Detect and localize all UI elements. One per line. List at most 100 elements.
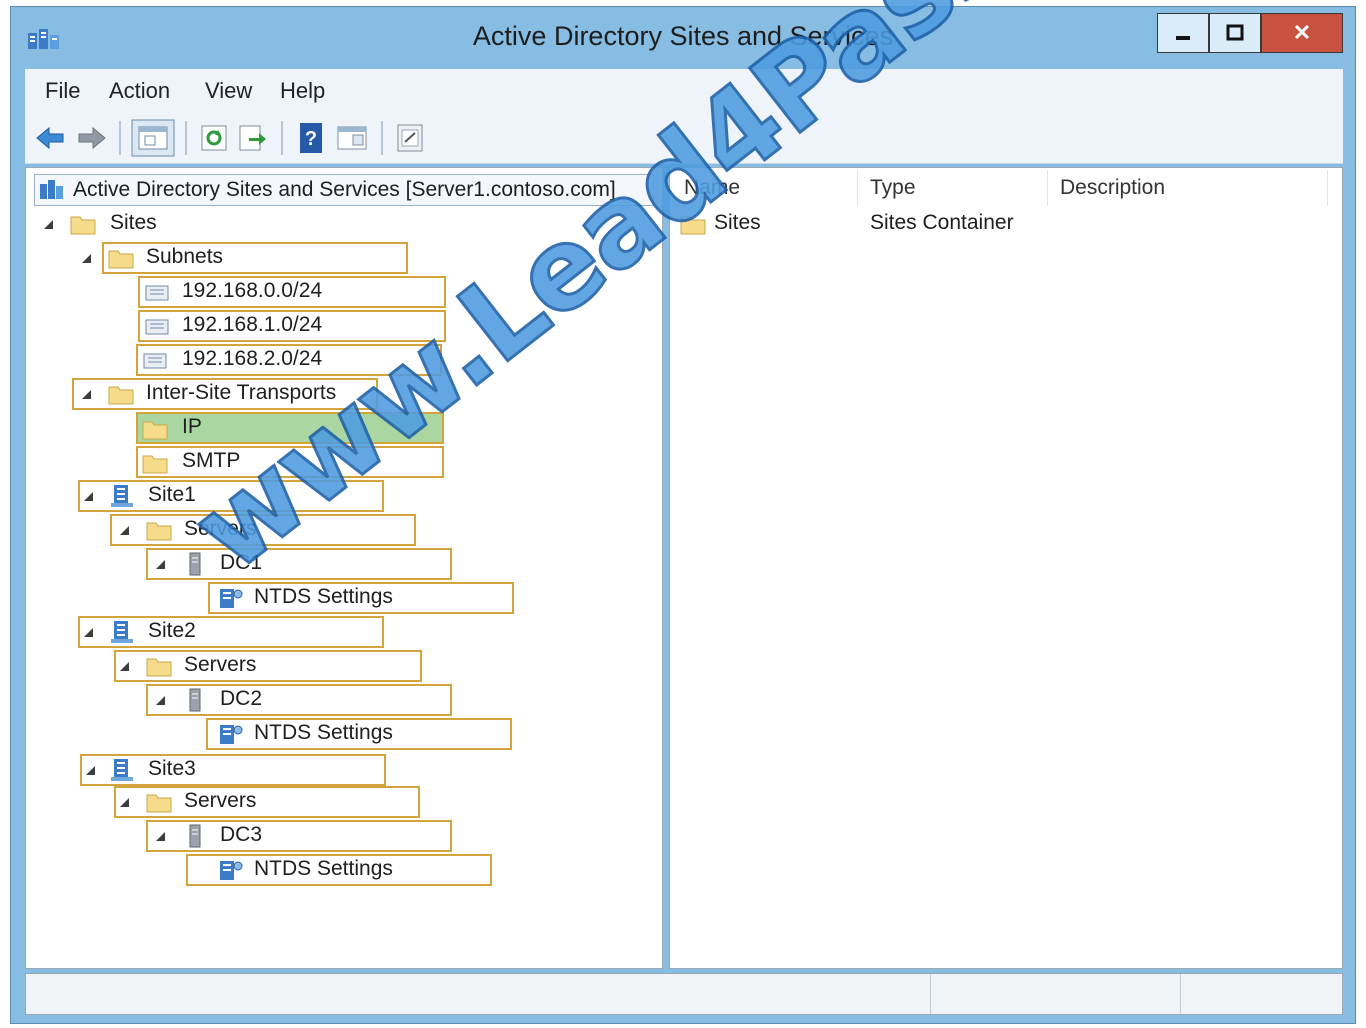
menu-help[interactable]: Help [280,78,325,104]
tree-node-label: DC3 [220,823,263,846]
mmc-icon[interactable] [393,121,427,155]
tree-node-label: DC1 [220,551,263,574]
tree-node-label: NTDS Settings [254,721,393,744]
tree-node-label: Site2 [148,619,196,642]
tree-node-label: 192.168.2.0/24 [182,347,323,370]
tree-node-ip[interactable]: IP [136,412,444,444]
tree-node-dc3-ntds-settings[interactable]: NTDS Settings [186,854,492,886]
tree-node-site2[interactable]: Site2 [78,616,384,648]
menu-file[interactable]: File [45,78,80,104]
svg-text:?: ? [305,128,317,150]
close-button[interactable]: ✕ [1261,13,1343,53]
tree-node-dc2[interactable]: DC2 [146,684,452,716]
folder-icon [142,421,168,440]
list-cell-name: Sites [714,211,761,234]
expand-arrow-icon[interactable] [156,560,165,569]
folder-icon [108,250,134,269]
tree-node-label: Site3 [148,757,196,780]
menu-action[interactable]: Action [109,78,170,104]
expand-arrow-icon[interactable] [120,798,129,807]
toolbar-separator [119,121,121,155]
console-tree-icon[interactable] [131,119,175,157]
minimize-button[interactable] [1157,13,1209,53]
subnet-icon [143,353,167,369]
tree-node-site3-servers[interactable]: Servers [114,786,420,818]
forward-arrow-icon[interactable] [75,121,109,155]
refresh-icon[interactable] [197,121,231,155]
expand-arrow-icon[interactable] [156,832,165,841]
folder-icon [146,658,172,677]
ntds-settings-icon [220,589,243,608]
app-window: Active Directory Sites and Services ✕ Fi… [10,6,1356,1024]
expand-arrow-icon[interactable] [84,628,93,637]
folder-icon [146,794,172,813]
tree-node-inter-site-transports[interactable]: Inter-Site Transports [72,378,378,410]
server-icon [189,824,201,848]
folder-icon [146,522,172,541]
tree-node-dc3[interactable]: DC3 [146,820,452,852]
toolbar-separator [281,121,283,155]
export-list-icon[interactable] [235,121,269,155]
ntds-settings-icon [220,861,243,880]
expand-arrow-icon[interactable] [120,526,129,535]
folder-icon [70,216,96,235]
tree-node-site1[interactable]: Site1 [78,480,384,512]
expand-arrow-icon[interactable] [82,390,91,399]
toolbar: ? [25,113,1343,164]
tree-node-dc1-ntds-settings[interactable]: NTDS Settings [208,582,514,614]
tree-node-sites[interactable]: Sites [26,208,656,240]
tree-node-label: IP [182,415,202,438]
expand-arrow-icon[interactable] [120,662,129,671]
server-icon [189,552,201,576]
ntds-settings-icon [220,725,243,744]
subnet-icon [145,319,169,335]
folder-icon [108,386,134,405]
expand-arrow-icon[interactable] [86,766,95,775]
server-icon [189,688,201,712]
tree-node-site2-servers[interactable]: Servers [114,650,422,682]
tree-node-dc2-ntds-settings[interactable]: NTDS Settings [206,718,512,750]
column-header-type[interactable]: Type [858,170,1048,206]
site-icon [111,759,133,781]
tree-node-subnet-3[interactable]: 192.168.2.0/24 [136,344,442,376]
tree-node-dc1[interactable]: DC1 [146,548,452,580]
tree-node-site1-servers[interactable]: Servers [110,514,416,546]
window-title: Active Directory Sites and Services [472,21,894,51]
maximize-button[interactable] [1209,13,1261,53]
help-icon[interactable]: ? [295,121,329,155]
tree-node-label: 192.168.1.0/24 [182,313,323,336]
expand-arrow-icon[interactable] [44,220,53,229]
tree-node-subnets[interactable]: Subnets [82,242,408,274]
tree-node-label: Servers [184,517,257,540]
tree-root-label: Active Directory Sites and Services [Ser… [73,178,616,201]
tree-node-label: Subnets [146,245,224,268]
tree-root-node[interactable]: Active Directory Sites and Services [Ser… [34,174,654,206]
tree-node-label: NTDS Settings [254,857,393,880]
tree-node-label: NTDS Settings [254,585,393,608]
list-row[interactable]: Sites Sites Container [672,208,1332,242]
expand-arrow-icon[interactable] [84,492,93,501]
subnet-icon [145,285,169,301]
expand-arrow-icon[interactable] [156,696,165,705]
column-header-description[interactable]: Description [1048,170,1328,206]
properties-pane-icon[interactable] [335,121,369,155]
tree-node-label: Site1 [148,483,196,506]
title-bar[interactable]: Active Directory Sites and Services ✕ [11,7,1355,69]
tree-node-label: 192.168.0.0/24 [182,279,323,302]
tree-node-subnet-2[interactable]: 192.168.1.0/24 [138,310,446,342]
list-cell-type: Sites Container [870,211,1014,234]
column-header-name[interactable]: Name [672,170,858,206]
status-cell [1180,974,1341,1014]
menu-view[interactable]: View [205,78,252,104]
tree-node-smtp[interactable]: SMTP [136,446,444,478]
tree-node-subnet-1[interactable]: 192.168.0.0/24 [138,276,446,308]
details-pane[interactable]: Name Type Description Sites Sites Contai… [669,167,1343,969]
toolbar-separator [185,121,187,155]
folder-icon [680,216,706,235]
back-arrow-icon[interactable] [33,121,67,155]
console-tree-pane[interactable]: Active Directory Sites and Services [Ser… [25,167,663,969]
expand-arrow-icon[interactable] [82,254,91,263]
site-icon [111,485,133,507]
site-icon [111,621,133,643]
tree-node-site3[interactable]: Site3 [80,754,386,786]
